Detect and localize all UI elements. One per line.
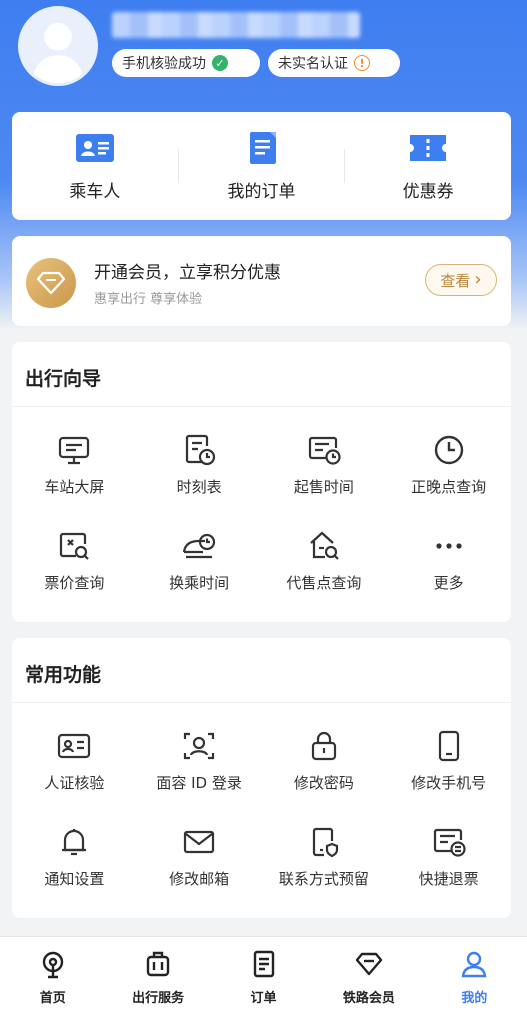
divider bbox=[12, 702, 511, 703]
transfer-time-icon bbox=[183, 533, 216, 559]
travel-item-station-screen[interactable]: 车站大屏 bbox=[12, 418, 137, 514]
user-icon bbox=[461, 951, 487, 978]
quick-refund-icon bbox=[433, 828, 466, 857]
common-item-id-verify[interactable]: 人证核验 bbox=[12, 714, 137, 810]
home-train-icon bbox=[42, 951, 63, 979]
chevron-right-icon: › bbox=[474, 269, 482, 290]
tab-label: 订单 bbox=[250, 991, 277, 1006]
username-masked bbox=[112, 12, 360, 38]
bell-icon bbox=[62, 829, 87, 856]
bottom-tab-bar: 首页 出行服务 订单 铁路会员 我的 bbox=[0, 936, 527, 1024]
quick-item-orders[interactable]: 我的订单 bbox=[179, 112, 345, 220]
tab-mine[interactable]: 我的 bbox=[422, 937, 527, 1024]
common-item-contact-reserve[interactable]: 联系方式预留 bbox=[262, 810, 387, 906]
travel-item-more[interactable]: 更多 bbox=[386, 514, 511, 610]
timetable-icon bbox=[186, 434, 216, 466]
passenger-card-icon bbox=[75, 133, 114, 162]
contact-reserve-icon bbox=[312, 827, 338, 858]
grid-label: 修改手机号 bbox=[411, 774, 487, 792]
order-doc-icon bbox=[249, 131, 276, 164]
divider bbox=[12, 406, 511, 407]
grid-label: 票价查询 bbox=[44, 574, 105, 592]
membership-title: 开通会员，立享积分优惠 bbox=[94, 263, 281, 283]
realname-badge[interactable]: 未实名认证 ! bbox=[268, 49, 400, 77]
travel-item-transfer-time[interactable]: 换乘时间 bbox=[137, 514, 262, 610]
agency-search-icon bbox=[310, 531, 339, 560]
phone-verified-badge: 手机核验成功 ✓ bbox=[112, 49, 260, 77]
quick-access-card: 乘车人 我的订单 优惠券 bbox=[12, 112, 511, 220]
tab-travel-service[interactable]: 出行服务 bbox=[105, 937, 210, 1024]
common-item-change-password[interactable]: 修改密码 bbox=[262, 714, 387, 810]
diamond-icon bbox=[355, 952, 383, 976]
phone-verified-label: 手机核验成功 bbox=[122, 56, 206, 72]
section-title: 常用功能 bbox=[25, 664, 102, 686]
common-item-face-id[interactable]: 面容 ID 登录 bbox=[137, 714, 262, 810]
quick-label: 乘车人 bbox=[69, 181, 121, 202]
quick-label: 优惠券 bbox=[402, 181, 454, 202]
sale-time-icon bbox=[308, 436, 341, 465]
coupon-icon bbox=[410, 134, 447, 161]
luggage-icon bbox=[146, 951, 170, 977]
tab-orders[interactable]: 订单 bbox=[211, 937, 316, 1024]
quick-item-passenger[interactable]: 乘车人 bbox=[12, 112, 178, 220]
mail-icon bbox=[184, 830, 215, 854]
face-id-icon bbox=[184, 732, 215, 760]
common-functions-section: 常用功能 人证核验 面容 ID 登录 修改密码 修改手机号 通知设置 修改邮箱 … bbox=[12, 638, 511, 918]
membership-banner[interactable]: 开通会员，立享积分优惠 惠享出行 尊享体验 查看 › bbox=[12, 236, 511, 326]
travel-item-agency-query[interactable]: 代售点查询 bbox=[262, 514, 387, 610]
grid-label: 车站大屏 bbox=[44, 478, 105, 496]
diamond-badge-icon bbox=[26, 258, 76, 308]
view-button-label: 查看 bbox=[440, 271, 471, 290]
grid-label: 快捷退票 bbox=[418, 870, 479, 888]
station-screen-icon bbox=[59, 436, 90, 465]
common-item-change-email[interactable]: 修改邮箱 bbox=[137, 810, 262, 906]
realname-label: 未实名认证 bbox=[278, 56, 348, 72]
grid-label: 修改邮箱 bbox=[169, 870, 230, 888]
grid-label: 起售时间 bbox=[293, 478, 354, 496]
membership-subtitle: 惠享出行 尊享体验 bbox=[94, 292, 203, 307]
user-avatar-icon bbox=[21, 9, 95, 83]
common-item-change-phone[interactable]: 修改手机号 bbox=[386, 714, 511, 810]
phone-icon bbox=[438, 730, 459, 762]
warning-icon: ! bbox=[354, 55, 370, 71]
grid-label: 修改密码 bbox=[293, 774, 354, 792]
order-icon bbox=[253, 950, 274, 978]
section-title: 出行向导 bbox=[25, 368, 102, 390]
grid-label: 更多 bbox=[433, 574, 464, 592]
view-membership-button[interactable]: 查看 › bbox=[425, 264, 497, 296]
tab-rail-membership[interactable]: 铁路会员 bbox=[316, 937, 421, 1024]
grid-label: 人证核验 bbox=[44, 774, 105, 792]
grid-label: 时刻表 bbox=[176, 478, 222, 496]
more-dots-icon bbox=[436, 543, 462, 549]
tab-label: 铁路会员 bbox=[342, 991, 395, 1006]
grid-label: 代售点查询 bbox=[286, 574, 362, 592]
avatar[interactable] bbox=[18, 6, 98, 86]
travel-item-delay-query[interactable]: 正晚点查询 bbox=[386, 418, 511, 514]
tab-label: 出行服务 bbox=[132, 991, 185, 1006]
quick-item-coupons[interactable]: 优惠券 bbox=[345, 112, 511, 220]
quick-label: 我的订单 bbox=[227, 181, 296, 202]
grid-label: 联系方式预留 bbox=[278, 870, 369, 888]
lock-icon bbox=[311, 731, 336, 761]
grid-label: 正晚点查询 bbox=[411, 478, 487, 496]
travel-item-sale-time[interactable]: 起售时间 bbox=[262, 418, 387, 514]
tab-label: 首页 bbox=[39, 991, 66, 1006]
tab-label: 我的 bbox=[461, 991, 488, 1006]
grid-label: 换乘时间 bbox=[169, 574, 230, 592]
fare-search-icon bbox=[60, 532, 90, 560]
travel-item-timetable[interactable]: 时刻表 bbox=[137, 418, 262, 514]
common-item-quick-refund[interactable]: 快捷退票 bbox=[386, 810, 511, 906]
id-card-icon bbox=[58, 733, 91, 759]
travel-item-fare-query[interactable]: 票价查询 bbox=[12, 514, 137, 610]
grid-label: 通知设置 bbox=[44, 870, 105, 888]
check-icon: ✓ bbox=[212, 55, 228, 71]
travel-guide-section: 出行向导 车站大屏 时刻表 起售时间 正晚点查询 票价查询 换乘时间 代售点查询… bbox=[12, 342, 511, 622]
tab-home[interactable]: 首页 bbox=[0, 937, 105, 1024]
common-item-notification[interactable]: 通知设置 bbox=[12, 810, 137, 906]
clock-icon bbox=[434, 435, 463, 465]
grid-label: 面容 ID 登录 bbox=[156, 774, 242, 792]
